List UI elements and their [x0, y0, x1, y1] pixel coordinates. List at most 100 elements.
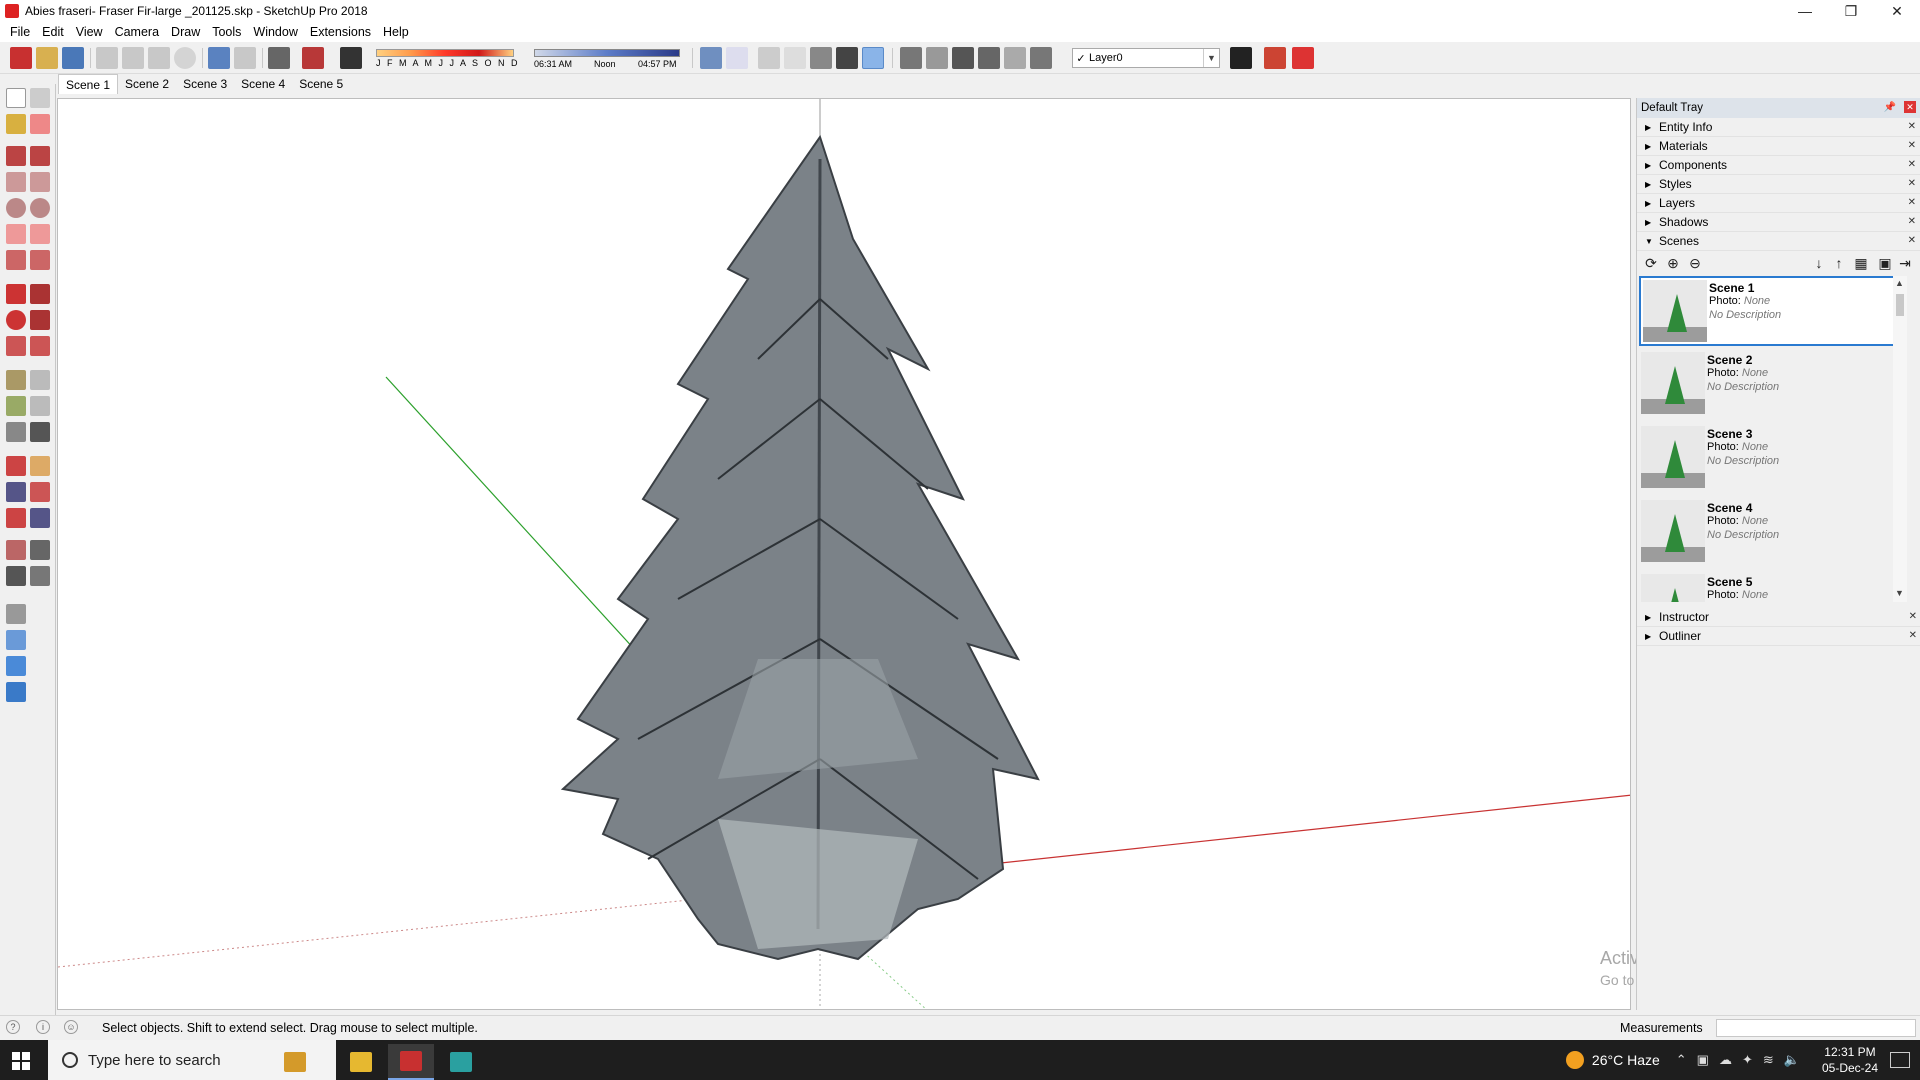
wireframe-icon[interactable] [758, 47, 780, 69]
menu-view[interactable]: View [70, 25, 109, 39]
zoom-extents-icon[interactable] [6, 508, 26, 528]
section-plane-icon[interactable] [30, 566, 50, 586]
hide-details-icon[interactable]: ▣ [1877, 255, 1893, 271]
back-view-icon[interactable] [1004, 47, 1026, 69]
eraser-icon[interactable] [30, 114, 50, 134]
tab-scene-3[interactable]: Scene 3 [176, 74, 234, 94]
panel-close-icon[interactable]: ✕ [1908, 121, 1916, 132]
tray-close-icon[interactable]: ✕ [1904, 101, 1916, 113]
measurements-input[interactable] [1716, 1019, 1916, 1037]
menu-camera[interactable]: Camera [109, 25, 165, 39]
pin-icon[interactable]: 📌 [1884, 102, 1896, 113]
geolocation-icon[interactable]: ? [6, 1020, 20, 1034]
axes-tool-icon[interactable] [6, 422, 26, 442]
tab-scene-1[interactable]: Scene 1 [58, 74, 119, 94]
freehand-tool-icon[interactable] [30, 146, 50, 166]
undo-icon[interactable] [208, 47, 230, 69]
panel-close-icon[interactable]: ✕ [1908, 216, 1916, 227]
model-info-icon[interactable] [302, 47, 324, 69]
rotated-rectangle-icon[interactable] [30, 172, 50, 192]
xray-icon[interactable] [700, 47, 722, 69]
share-model-icon[interactable] [6, 656, 26, 676]
scene-list-scrollbar[interactable]: ▲ ▼ [1893, 276, 1907, 602]
look-around-icon[interactable] [30, 540, 50, 560]
zoom-window-icon[interactable] [30, 482, 50, 502]
menu-window[interactable]: Window [247, 25, 303, 39]
scale-tool-icon[interactable] [6, 336, 26, 356]
scroll-up-icon[interactable]: ▲ [1895, 278, 1904, 288]
line-tool-icon[interactable] [6, 146, 26, 166]
rectangle-tool-icon[interactable] [6, 172, 26, 192]
taskbar-app-explorer[interactable] [338, 1044, 384, 1080]
weather-widget[interactable]: 26°C Haze [1565, 1051, 1660, 1069]
warehouse-icon[interactable] [6, 630, 26, 650]
windows-start-icon[interactable] [12, 1052, 30, 1070]
protractor-icon[interactable] [6, 396, 26, 416]
tape-measure-icon[interactable] [6, 370, 26, 390]
shadows-toggle-icon[interactable] [340, 47, 362, 69]
tab-scene-2[interactable]: Scene 2 [118, 74, 176, 94]
position-camera-icon[interactable] [6, 540, 26, 560]
scene-item[interactable]: Scene 2 Photo: None No Description [1639, 350, 1905, 420]
extension-3d-icon[interactable] [1292, 47, 1314, 69]
panel-shadows[interactable]: ▶ Shadows ✕ [1637, 213, 1920, 232]
pie-tool-icon[interactable] [30, 250, 50, 270]
pan-tool-icon[interactable] [30, 456, 50, 476]
maximize-button[interactable]: ❐ [1828, 0, 1874, 22]
save-icon[interactable] [62, 47, 84, 69]
move-down-icon[interactable]: ↓ [1811, 255, 1827, 271]
refresh-icon[interactable]: ⟳ [1643, 255, 1659, 271]
model-viewport[interactable] [57, 98, 1631, 1010]
redo-icon[interactable] [234, 47, 256, 69]
paint-bucket-icon[interactable] [6, 114, 26, 134]
tab-scene-5[interactable]: Scene 5 [292, 74, 350, 94]
panel-entity-info[interactable]: ▶ Entity Info ✕ [1637, 118, 1920, 137]
detail-toggle-icon[interactable]: ⇥ [1897, 255, 1913, 271]
panel-instructor[interactable]: ▶ Instructor ✕ [1637, 608, 1920, 627]
back-edges-icon[interactable] [726, 47, 748, 69]
scrollbar-thumb[interactable] [1896, 294, 1904, 316]
credits-icon[interactable]: i [36, 1020, 50, 1034]
extension-warehouse-icon[interactable] [6, 682, 26, 702]
taskbar-app-briefcase[interactable] [272, 1044, 318, 1080]
follow-me-icon[interactable] [30, 310, 50, 330]
panel-close-icon[interactable]: ✕ [1909, 611, 1917, 622]
scroll-down-icon[interactable]: ▼ [1895, 588, 1904, 598]
push-pull-icon[interactable] [30, 284, 50, 304]
shaded-icon[interactable] [810, 47, 832, 69]
layer-dropdown[interactable]: ✓ Layer0 ▼ [1072, 48, 1220, 68]
getting-started-icon[interactable] [10, 47, 32, 69]
onedrive-icon[interactable]: ☁ [1719, 1052, 1732, 1068]
menu-file[interactable]: File [4, 25, 36, 39]
two-point-arc-icon[interactable] [30, 224, 50, 244]
dropbox-icon[interactable]: ✦ [1742, 1052, 1753, 1068]
taskbar-app-layout[interactable] [438, 1044, 484, 1080]
panel-layers[interactable]: ▶ Layers ✕ [1637, 194, 1920, 213]
move-up-icon[interactable]: ↑ [1831, 255, 1847, 271]
panel-close-icon[interactable]: ✕ [1908, 140, 1916, 151]
paste-icon[interactable] [148, 47, 170, 69]
top-view-icon[interactable] [926, 47, 948, 69]
taskbar-clock[interactable]: 12:31 PM 05-Dec-24 [1822, 1044, 1878, 1076]
panel-scenes[interactable]: ▼ Scenes ✕ [1637, 232, 1920, 251]
front-view-icon[interactable] [952, 47, 974, 69]
offset-tool-icon[interactable] [30, 336, 50, 356]
print-icon[interactable] [268, 47, 290, 69]
orbit-tool-icon[interactable] [6, 456, 26, 476]
tray-chevron-icon[interactable]: ⌃ [1676, 1052, 1687, 1068]
text-tool-icon[interactable] [30, 396, 50, 416]
arc-tool-icon[interactable] [6, 224, 26, 244]
taskbar-app-sketchup[interactable] [388, 1044, 434, 1080]
panel-close-icon[interactable]: ✕ [1908, 235, 1916, 246]
panel-close-icon[interactable]: ✕ [1909, 630, 1917, 641]
extension-icon-1[interactable] [1230, 47, 1252, 69]
component-tool-icon[interactable] [30, 88, 50, 108]
scene-item[interactable]: Scene 3 Photo: None No Description [1639, 424, 1905, 494]
polygon-tool-icon[interactable] [30, 198, 50, 218]
panel-close-icon[interactable]: ✕ [1908, 159, 1916, 170]
three-point-arc-icon[interactable] [6, 250, 26, 270]
shaded-textures-icon[interactable] [836, 47, 858, 69]
panel-styles[interactable]: ▶ Styles ✕ [1637, 175, 1920, 194]
panel-close-icon[interactable]: ✕ [1908, 197, 1916, 208]
shadow-date-slider[interactable]: J F M A M J J A S O N D [372, 47, 520, 69]
